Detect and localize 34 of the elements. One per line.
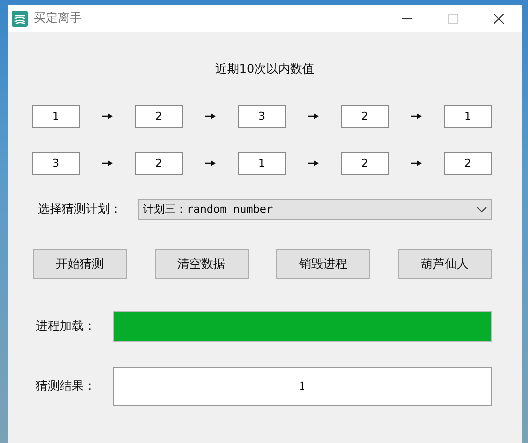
result-label: 猜测结果：	[36, 378, 97, 395]
action-button[interactable]: 开始猜测	[33, 249, 127, 279]
value-field: 1	[32, 105, 80, 128]
value-field: 2	[135, 105, 183, 128]
arrow-icon	[102, 160, 113, 167]
plan-label: 选择猜测计划：	[38, 201, 123, 218]
value-field: 3	[32, 152, 80, 175]
arrow-icon	[308, 113, 319, 120]
minimize-icon[interactable]	[402, 18, 412, 19]
arrow-icon	[308, 160, 319, 167]
arrow-icon	[411, 113, 422, 120]
result-field: 1	[113, 367, 492, 406]
value-field: 3	[238, 105, 286, 128]
arrow-icon	[411, 160, 422, 167]
arrow-icon	[205, 160, 216, 167]
maximize-icon[interactable]	[448, 14, 458, 24]
value-field: 2	[135, 152, 183, 175]
action-button[interactable]: 葫芦仙人	[398, 249, 492, 279]
value-field: 1	[238, 152, 286, 175]
progress-label: 进程加载：	[36, 318, 97, 335]
value-field: 2	[341, 152, 389, 175]
section-heading: 近期10次以内数值	[214, 61, 316, 78]
close-icon[interactable]	[494, 14, 504, 24]
app-icon	[12, 10, 28, 26]
arrow-icon	[205, 113, 216, 120]
plan-dropdown[interactable]: 计划三：random number	[138, 199, 492, 220]
window-title: 买定离手	[34, 10, 82, 27]
chevron-down-icon	[477, 206, 487, 212]
arrow-icon	[102, 113, 113, 120]
action-button[interactable]: 清空数据	[154, 249, 249, 279]
value-field: 2	[341, 105, 389, 128]
value-field: 1	[444, 105, 492, 128]
value-field: 2	[444, 152, 492, 175]
action-button[interactable]: 销毁进程	[276, 249, 370, 279]
